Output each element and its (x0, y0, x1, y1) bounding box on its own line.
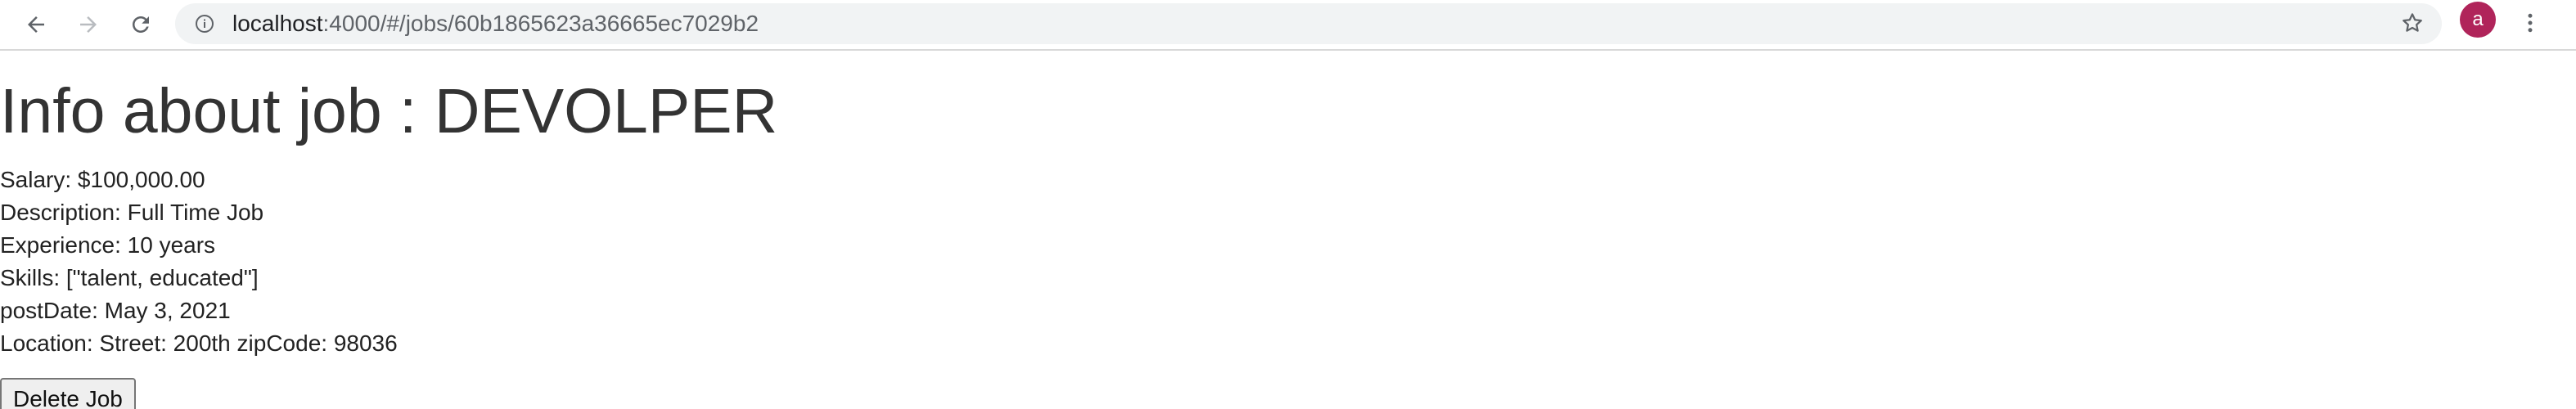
skills-text: Skills: ["talent, educated"] (0, 265, 259, 290)
job-details: Salary: $100,000.00 Description: Full Ti… (0, 164, 398, 360)
page-content: Info about job : DEVOLPER Salary: $100,0… (0, 49, 2576, 409)
star-icon (2403, 13, 2422, 32)
back-arrow-icon (28, 16, 44, 33)
url-text[interactable]: localhost:4000/#/jobs/60b1865623a36665ec… (232, 3, 759, 44)
url-path: :4000/#/jobs/60b1865623a36665ec7029b2 (322, 11, 759, 36)
bookmark-star-button[interactable] (2394, 5, 2430, 41)
profile-avatar[interactable]: a (2460, 2, 2496, 38)
browser-menu-button[interactable] (2512, 5, 2548, 41)
more-vert-icon (2528, 13, 2533, 33)
browser-toolbar: localhost:4000/#/jobs/60b1865623a36665ec… (0, 0, 2576, 51)
back-button[interactable] (18, 7, 54, 43)
address-bar[interactable]: localhost:4000/#/jobs/60b1865623a36665ec… (175, 3, 2442, 44)
url-host: localhost (232, 11, 323, 36)
page-title: Info about job : DEVOLPER (0, 76, 778, 146)
post-date-text: postDate: May 3, 2021 (0, 298, 231, 323)
description-text: Description: Full Time Job (0, 200, 264, 225)
info-icon[interactable] (195, 14, 214, 34)
experience-text: Experience: 10 years (0, 232, 216, 258)
reload-button[interactable] (123, 7, 159, 43)
forward-arrow-icon (80, 16, 97, 33)
forward-button[interactable] (70, 7, 106, 43)
location-text: Location: Street: 200th zipCode: 98036 (0, 330, 398, 356)
delete-job-button[interactable]: Delete Job (0, 378, 136, 409)
salary-text: Salary: $100,000.00 (0, 167, 205, 192)
reload-icon (133, 16, 149, 33)
